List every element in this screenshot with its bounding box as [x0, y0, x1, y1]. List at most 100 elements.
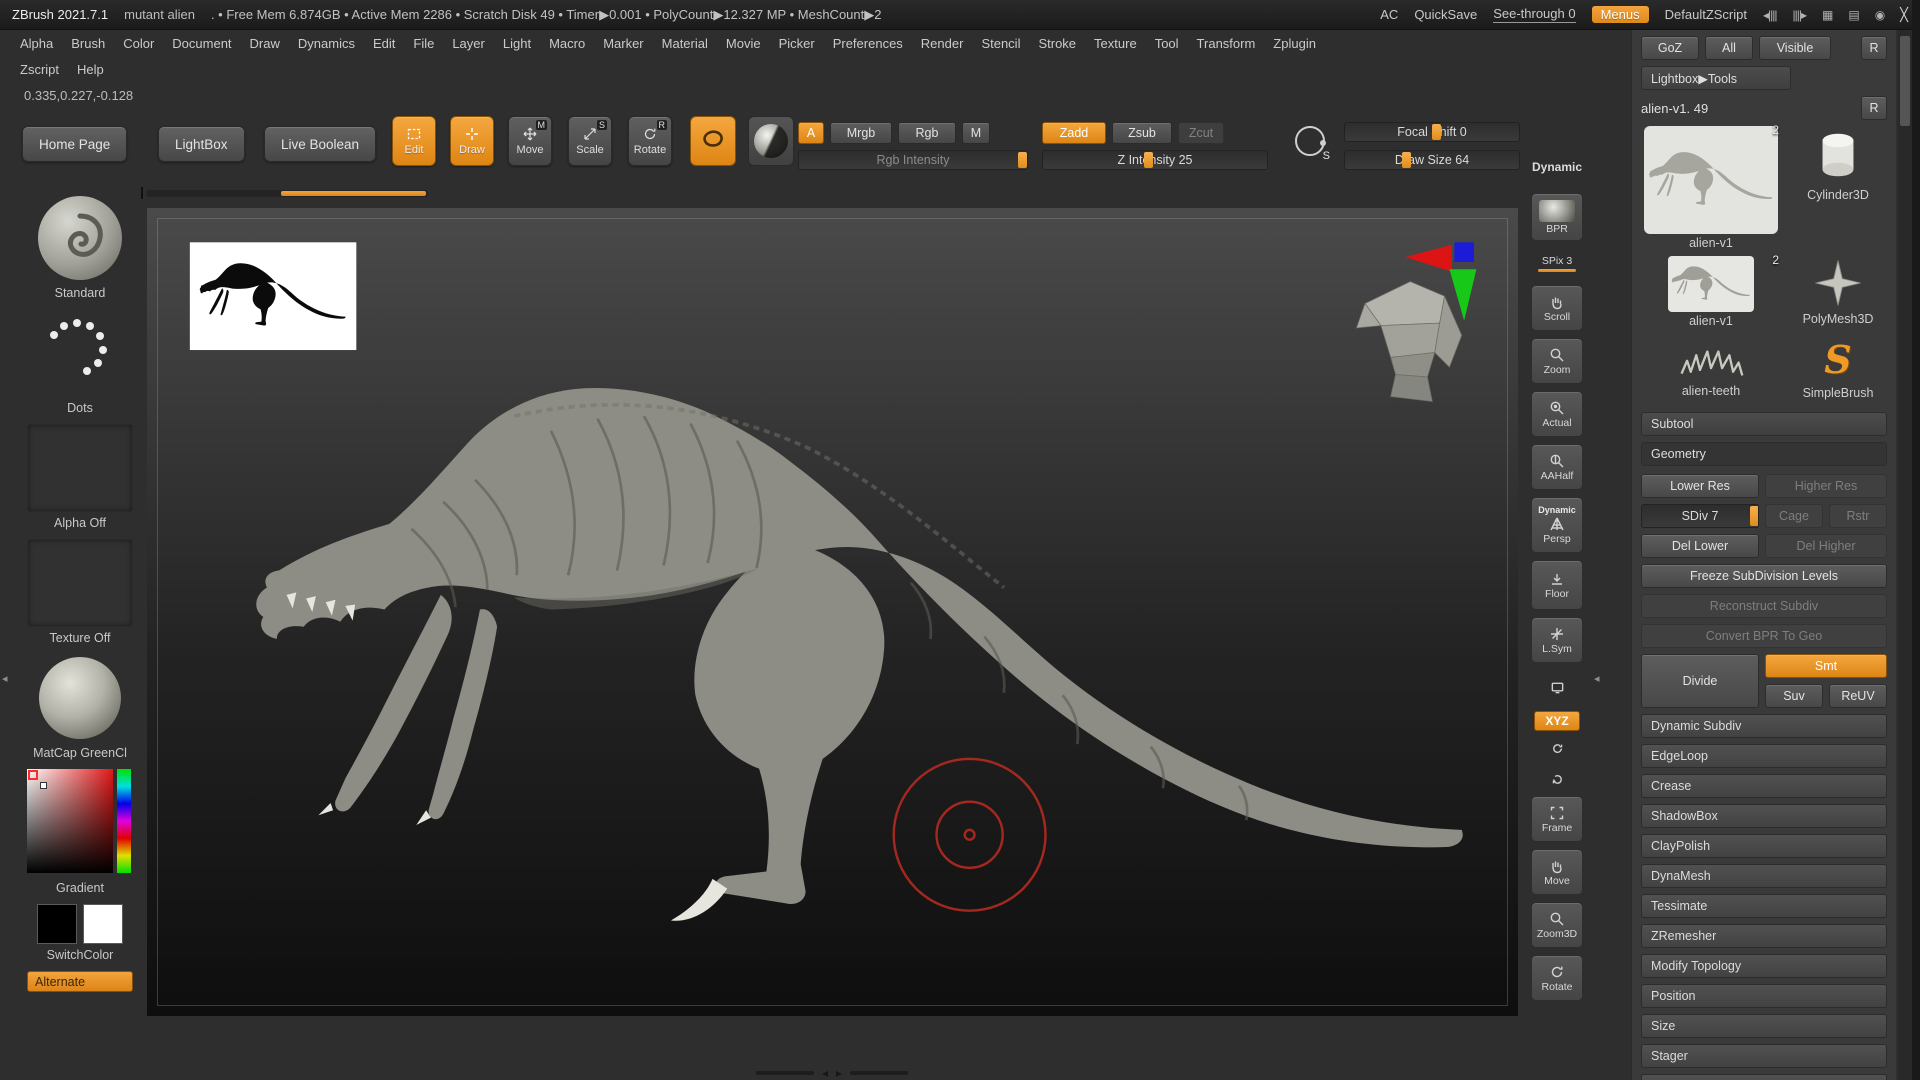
local-symmetry-button[interactable]: L.Sym — [1531, 617, 1583, 663]
lower-res-button[interactable]: Lower Res — [1641, 474, 1759, 498]
menu-item[interactable]: Draw — [242, 36, 288, 51]
keyboard-grid-icon[interactable]: ▦ — [1822, 8, 1833, 22]
convert-bpr-button[interactable]: Convert BPR To Geo — [1641, 624, 1887, 648]
zoom-button[interactable]: Zoom — [1531, 338, 1583, 384]
scale-mode-button[interactable]: S Scale — [568, 116, 612, 166]
menu-item[interactable]: Tool — [1147, 36, 1187, 51]
spotlight-dial-button[interactable]: S — [1288, 118, 1332, 164]
live-boolean-button[interactable]: Live Boolean — [264, 126, 377, 162]
lightbox-button[interactable]: LightBox — [158, 126, 245, 162]
tool-slot[interactable]: 2 alien-v1 — [1641, 123, 1781, 250]
menu-item[interactable]: Light — [495, 36, 539, 51]
geometry-subsection[interactable]: Modify Topology — [1641, 954, 1887, 978]
tool-slot[interactable]: 2 alien-v1 — [1641, 253, 1781, 328]
circle-indicator-icon[interactable]: ◉ — [1875, 8, 1886, 22]
tablet-left-icon[interactable]: ◂|||| — [1763, 8, 1777, 22]
menu-item[interactable]: Material — [654, 36, 716, 51]
home-page-button[interactable]: Home Page — [22, 126, 128, 162]
panel-scrollbar[interactable] — [1898, 30, 1912, 1080]
menus-toggle-button[interactable]: Menus — [1591, 6, 1649, 23]
dynamic-mode-label[interactable]: Dynamic — [1532, 160, 1582, 174]
menu-item[interactable]: Dynamics — [290, 36, 363, 51]
geometry-subsection[interactable]: ZRemesher — [1641, 924, 1887, 948]
zcut-button[interactable]: Zcut — [1178, 122, 1224, 144]
scroll-left-icon[interactable]: ◂ — [822, 1066, 828, 1080]
menu-item[interactable]: Color — [115, 36, 162, 51]
visible-button[interactable]: Visible — [1759, 36, 1831, 60]
menu-item[interactable]: Layer — [444, 36, 493, 51]
zoom3d-button[interactable]: Zoom3D — [1531, 902, 1583, 948]
menu-item[interactable]: Render — [913, 36, 972, 51]
current-brush-button[interactable] — [27, 194, 133, 282]
rotate-view-button[interactable]: Rotate — [1531, 955, 1583, 1001]
switch-color-swatches[interactable] — [37, 904, 123, 944]
del-lower-button[interactable]: Del Lower — [1641, 534, 1759, 558]
mrgb-button[interactable]: Mrgb — [830, 122, 892, 144]
menu-item[interactable]: Stroke — [1030, 36, 1084, 51]
alternate-button[interactable]: Alternate — [27, 971, 133, 992]
menu-item[interactable]: Movie — [718, 36, 769, 51]
menu-item[interactable]: Document — [164, 36, 239, 51]
goz-button[interactable]: GoZ — [1641, 36, 1699, 60]
pivot-rotate-button[interactable] — [1544, 738, 1570, 760]
aahalf-button[interactable]: AAHalf — [1531, 444, 1583, 490]
geometry-subsection[interactable]: ClayPolish — [1641, 834, 1887, 858]
right-tray-arrow[interactable]: ◂ — [1594, 672, 1600, 685]
left-tray-arrow[interactable]: ◂ — [2, 672, 8, 685]
geometry-subsection[interactable]: Dynamic Subdiv — [1641, 714, 1887, 738]
secondary-color-swatch[interactable] — [83, 904, 123, 944]
menu-item[interactable]: Brush — [63, 36, 113, 51]
document-canvas[interactable] — [147, 208, 1518, 1016]
lightbox-tools-bar[interactable]: Lightbox▶Tools — [1641, 66, 1791, 90]
anchor-a-button[interactable]: A — [798, 122, 824, 144]
menu-item[interactable]: Preferences — [825, 36, 911, 51]
current-texture-button[interactable] — [27, 539, 133, 627]
canvas-horizontal-scrollbar[interactable]: ◂ ▸ — [756, 1066, 909, 1080]
bpr-render-button[interactable]: BPR — [1531, 193, 1583, 241]
divide-button[interactable]: Divide — [1641, 654, 1759, 708]
slider-handle[interactable] — [1749, 506, 1758, 526]
geometry-subsection[interactable]: DynaMesh — [1641, 864, 1887, 888]
smt-toggle[interactable]: Smt — [1765, 654, 1887, 678]
menu-item[interactable]: Macro — [541, 36, 593, 51]
suv-toggle[interactable]: Suv — [1765, 684, 1823, 708]
menu-item[interactable]: Alpha — [12, 36, 61, 51]
m-button[interactable]: M — [962, 122, 990, 144]
current-stroke-button[interactable] — [27, 309, 133, 397]
menu-item[interactable]: Zplugin — [1265, 36, 1324, 51]
rstr-button[interactable]: Rstr — [1829, 504, 1887, 528]
geometry-subsection[interactable]: Tessimate — [1641, 894, 1887, 918]
menu-item[interactable]: File — [405, 36, 442, 51]
geometry-subsection[interactable]: ShadowBox — [1641, 804, 1887, 828]
draw-size-slider[interactable]: Draw Size 64 — [1344, 150, 1520, 170]
del-higher-button[interactable]: Del Higher — [1765, 534, 1887, 558]
tool-slot[interactable]: alien-teeth — [1641, 334, 1781, 400]
geometry-subsection[interactable]: MeshIntegrity — [1641, 1074, 1887, 1080]
alpha-slot-button[interactable] — [748, 116, 794, 166]
slider-handle[interactable] — [1432, 124, 1441, 140]
zsub-button[interactable]: Zsub — [1112, 122, 1172, 144]
rgb-button[interactable]: Rgb — [898, 122, 956, 144]
geometry-subsection[interactable]: EdgeLoop — [1641, 744, 1887, 768]
stroke-type-button[interactable] — [690, 116, 736, 166]
zadd-button[interactable]: Zadd — [1042, 122, 1106, 144]
persp-button[interactable]: Dynamic Persp — [1531, 497, 1583, 553]
shelf-scrollbar[interactable] — [146, 190, 428, 197]
color-picker[interactable] — [27, 769, 133, 877]
edit-mode-button[interactable]: Edit — [392, 116, 436, 166]
default-zscript-button[interactable]: DefaultZScript — [1665, 7, 1747, 22]
screen-icon[interactable]: ▤ — [1848, 8, 1859, 22]
pivot-reset-button[interactable] — [1544, 767, 1570, 789]
menu-item[interactable]: Zscript — [12, 62, 67, 77]
tool-slot[interactable]: Cylinder3D — [1789, 126, 1887, 250]
geometry-subsection[interactable]: Crease — [1641, 774, 1887, 798]
reconstruct-subdiv-button[interactable]: Reconstruct Subdiv — [1641, 594, 1887, 618]
local-transform-button[interactable] — [1544, 670, 1570, 704]
all-button[interactable]: All — [1705, 36, 1753, 60]
xyz-symmetry-button[interactable]: XYZ — [1534, 711, 1580, 731]
floor-button[interactable]: Floor — [1531, 560, 1583, 610]
slider-handle[interactable] — [1017, 152, 1027, 168]
geometry-subsection[interactable]: Stager — [1641, 1044, 1887, 1068]
primary-color-swatch[interactable] — [37, 904, 77, 944]
slider-handle[interactable] — [1402, 152, 1412, 168]
